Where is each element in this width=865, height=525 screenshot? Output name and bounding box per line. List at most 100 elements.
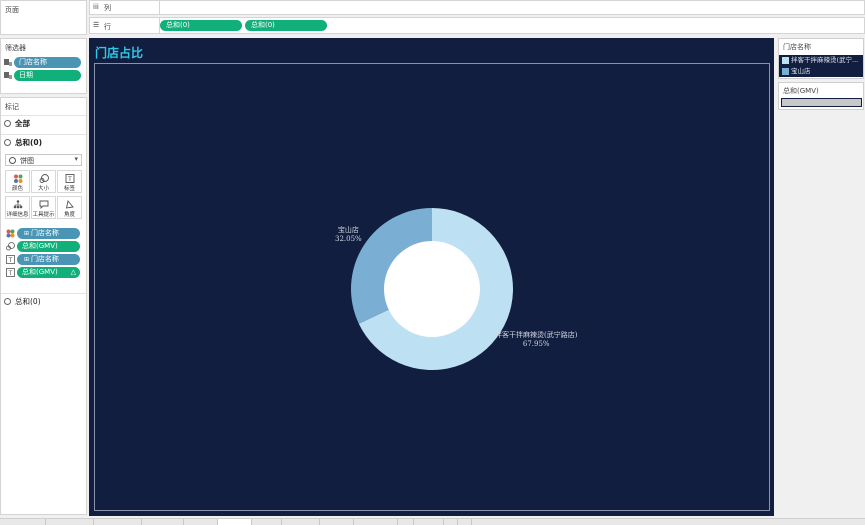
- rows-pill-2[interactable]: 总和(0): [245, 20, 327, 31]
- viz-canvas: 门店占比 拌客干拌麻辣烫(武宁路店) 67.95% 宝山店 32.05%: [89, 38, 774, 516]
- mark-field-pill[interactable]: 总和(GMV) △: [17, 267, 80, 278]
- legend-item-label: 拌客干拌麻辣烫(武宁...: [791, 56, 859, 64]
- size-encoding-icon: [6, 242, 15, 251]
- columns-label: 列: [104, 4, 111, 12]
- size-legend-fill: [782, 99, 861, 106]
- columns-shelf[interactable]: iii 列: [89, 0, 865, 15]
- filters-title: 筛选器: [5, 44, 26, 52]
- delta-icon: △: [70, 268, 76, 276]
- mark-field-label: 门店名称: [30, 255, 59, 263]
- detail-card[interactable]: 详细信息: [5, 196, 30, 219]
- mark-field-pill[interactable]: ⊞ 门店名称: [17, 228, 80, 239]
- marks-sum-row[interactable]: 总和(0): [1, 134, 86, 150]
- slice-value-label: 32.05%: [335, 235, 362, 243]
- legend-swatch: [782, 57, 789, 64]
- color-legend-title: 门店名称: [783, 43, 811, 51]
- mark-type-label: 饼图: [20, 157, 34, 165]
- pie-mark-icon: [9, 157, 16, 164]
- color-encoding-icon: [6, 229, 15, 238]
- slice-category-label: 拌客干拌麻辣烫(武宁路店): [495, 331, 578, 339]
- pages-card[interactable]: 页面: [0, 0, 87, 35]
- color-card[interactable]: 颜色: [5, 170, 30, 193]
- slice-category-label: 宝山店: [337, 226, 359, 234]
- sheet-tab[interactable]: [320, 519, 354, 525]
- plus-icon: ⊞: [24, 230, 31, 237]
- size-legend-title: 总和(GMV): [783, 87, 819, 95]
- marks-sum2-radio-icon: [4, 298, 11, 305]
- angle-card[interactable]: 角度: [57, 196, 82, 219]
- sheet-tab[interactable]: [444, 519, 458, 525]
- slice-label-baoshan: 宝山店 32.05%: [335, 225, 362, 243]
- filter-pill-store[interactable]: 门店名称: [14, 57, 81, 68]
- sheet-tab-active[interactable]: [218, 519, 252, 525]
- sheet-tab[interactable]: [354, 519, 398, 525]
- tooltip-card[interactable]: 工具提示: [31, 196, 56, 219]
- size-card[interactable]: 大小: [31, 170, 56, 193]
- rows-label: 行: [104, 23, 111, 31]
- mark-field-label: 总和(GMV): [22, 268, 58, 276]
- sheet-tab[interactable]: [398, 519, 414, 525]
- tooltip-card-label: 工具提示: [32, 212, 55, 218]
- angle-card-label: 角度: [63, 212, 75, 218]
- filters-card[interactable]: 筛选器 门店名称 日期: [0, 38, 87, 94]
- label-encoding-icon: T: [6, 255, 15, 264]
- viz-title: 门店占比: [95, 46, 144, 60]
- size-legend[interactable]: 总和(GMV): [778, 82, 864, 110]
- sheet-tab[interactable]: [414, 519, 444, 525]
- size-icon: [39, 174, 49, 183]
- size-legend-bar: [781, 98, 862, 107]
- rows-icon: ☰: [93, 21, 100, 29]
- mark-type-dropdown[interactable]: 饼图 ▾: [5, 154, 82, 166]
- sheet-tab[interactable]: [184, 519, 218, 525]
- legend-item-label: 宝山店: [791, 67, 811, 75]
- marks-card: 标记 全部 总和(0) 饼图 ▾ 颜色 大小 T 标签 详细信息 工具提示 角度…: [0, 97, 87, 515]
- filter-pill-date[interactable]: 日期: [14, 70, 81, 81]
- filter-field-icon: [4, 58, 13, 67]
- detail-card-label: 详细信息: [6, 212, 29, 218]
- sheet-tab[interactable]: [252, 519, 282, 525]
- mark-field-pill[interactable]: 总和(GMV): [17, 241, 80, 252]
- label-card[interactable]: T 标签: [57, 170, 82, 193]
- marks-all-radio-icon: [4, 120, 11, 127]
- sheet-tab[interactable]: [142, 519, 184, 525]
- donut-hole: [384, 241, 480, 337]
- sheet-tab[interactable]: [458, 519, 472, 525]
- pages-title: 页面: [5, 6, 19, 14]
- donut-chart: [351, 207, 513, 370]
- sheet-tabs-bar: [0, 518, 865, 525]
- legend-item[interactable]: 拌客干拌麻辣烫(武宁...: [779, 55, 863, 66]
- legend-swatch: [782, 68, 789, 75]
- mark-field-label: 门店名称: [30, 229, 59, 237]
- legend-item[interactable]: 宝山店: [779, 66, 863, 77]
- svg-text:T: T: [8, 270, 13, 277]
- size-card-label: 大小: [37, 186, 49, 192]
- detail-icon: [13, 200, 23, 209]
- svg-text:T: T: [8, 257, 13, 264]
- label-icon: T: [65, 174, 75, 183]
- svg-text:T: T: [67, 176, 72, 183]
- sheet-tab[interactable]: [94, 519, 142, 525]
- marks-title: 标记: [5, 103, 19, 111]
- tooltip-icon: [39, 200, 49, 210]
- marks-sum2-row[interactable]: 总和(0): [1, 293, 86, 309]
- chevron-down-icon: ▾: [74, 155, 78, 163]
- label-card-label: 标签: [63, 186, 75, 192]
- sheet-tab[interactable]: [0, 519, 46, 525]
- columns-icon: iii: [93, 3, 99, 11]
- sheet-tab[interactable]: [282, 519, 320, 525]
- marks-all-row[interactable]: 全部: [1, 115, 86, 131]
- color-legend[interactable]: 门店名称 拌客干拌麻辣烫(武宁... 宝山店: [778, 38, 864, 79]
- mark-field-pill[interactable]: ⊞ 门店名称: [17, 254, 80, 265]
- color-card-label: 颜色: [11, 186, 23, 192]
- slice-label-wuning: 拌客干拌麻辣烫(武宁路店) 67.95%: [495, 330, 577, 348]
- sheet-tab[interactable]: [46, 519, 94, 525]
- viz-frame: 拌客干拌麻辣烫(武宁路店) 67.95% 宝山店 32.05%: [94, 63, 770, 511]
- rows-pill-1[interactable]: 总和(0): [160, 20, 242, 31]
- tableau-workspace: 页面 筛选器 门店名称 日期 标记 全部 总和(0) 饼图 ▾ 颜色 大小 T …: [0, 0, 865, 525]
- color-legend-body: 拌客干拌麻辣烫(武宁... 宝山店: [779, 55, 863, 77]
- plus-icon: ⊞: [24, 256, 31, 263]
- color-icon: [13, 174, 23, 183]
- label-encoding-icon: T: [6, 268, 15, 277]
- shelf-divider: [159, 1, 160, 15]
- slice-value-label: 67.95%: [522, 340, 550, 348]
